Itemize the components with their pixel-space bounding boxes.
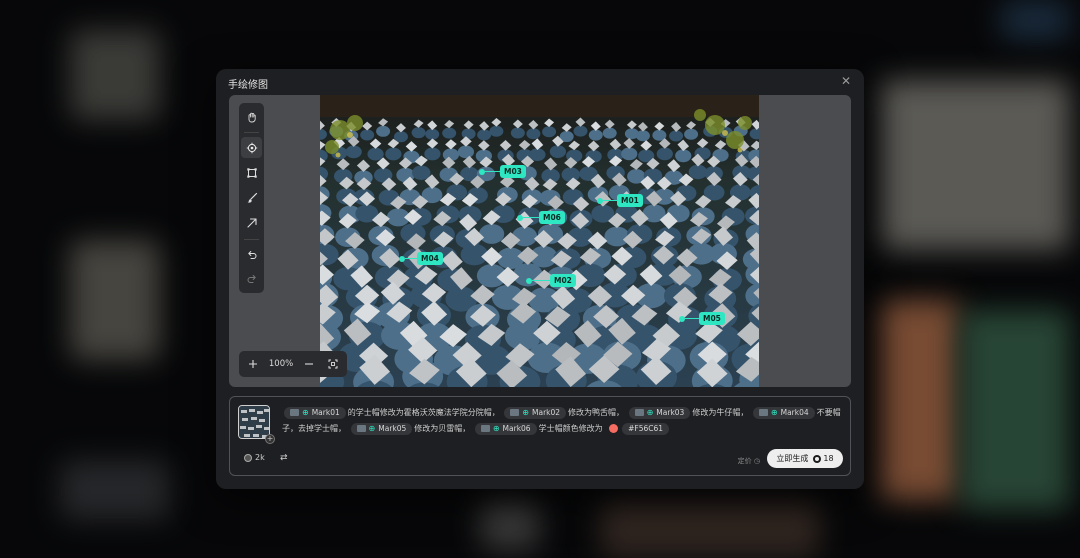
- minus-icon: [305, 363, 314, 365]
- target-icon: ⊕: [646, 407, 654, 417]
- prompt-segment: 学士帽颜色修改为: [538, 424, 603, 433]
- credit-icon: [813, 454, 822, 463]
- marker-tag: M05: [699, 312, 725, 325]
- quality-label: 2k: [255, 453, 265, 462]
- redo-button[interactable]: [241, 268, 262, 289]
- generate-label: 立即生成: [776, 454, 809, 463]
- generate-button[interactable]: 立即生成 18: [767, 449, 843, 468]
- rect-tool-button[interactable]: [241, 162, 262, 183]
- undo-icon: [247, 250, 256, 259]
- chip-image-icon: [356, 425, 366, 432]
- mark-chip-mark04[interactable]: ⊕ Mark04: [752, 406, 815, 419]
- mark-chip-mark06[interactable]: ⊕ Mark06: [474, 422, 537, 435]
- chip-label: Mark04: [780, 407, 809, 417]
- clock-icon: ◷: [753, 457, 760, 465]
- thumbnail-image: [239, 406, 269, 438]
- zoom-level: 100%: [268, 359, 294, 369]
- toolbar-divider: [244, 239, 259, 240]
- arrow-tool-button[interactable]: [241, 212, 262, 233]
- prompt-editor[interactable]: + ⊕ Mark01 的学士帽修改为霍格沃茨魔法学院分院帽， ⊕ Mark02 修改为鸭…: [229, 396, 851, 476]
- mark-chip-mark03[interactable]: ⊕ Mark03: [628, 406, 691, 419]
- arrow-icon: [246, 217, 257, 228]
- chip-label: Mark02: [532, 407, 561, 417]
- marker-tag: M01: [617, 194, 643, 207]
- cost-value: 18: [823, 454, 834, 463]
- marker-tag: M04: [417, 252, 443, 265]
- chip-image-icon: [510, 409, 520, 416]
- prompt-segment: 修改为牛仔帽，: [692, 408, 749, 417]
- mark-chip-mark02[interactable]: ⊕ Mark02: [504, 406, 567, 419]
- toolbar-divider: [244, 132, 259, 133]
- price-info[interactable]: 定价 ◷: [738, 456, 760, 466]
- mark-chip-mark01[interactable]: ⊕ Mark01: [284, 406, 346, 419]
- color-swatch[interactable]: [609, 424, 619, 433]
- drawing-toolbar: [239, 103, 264, 293]
- target-icon: ⊕: [522, 407, 529, 417]
- chip-label: Mark01: [311, 407, 340, 417]
- close-button[interactable]: ✕: [838, 73, 854, 89]
- hand-icon: [248, 112, 256, 122]
- color-hex-chip[interactable]: #F56C61: [622, 422, 670, 435]
- editing-canvas[interactable]: M01 M02 M03 M04 M05 M06 100%: [229, 95, 851, 387]
- settings-sliders-icon[interactable]: ⇄: [280, 453, 288, 463]
- target-icon: ⊕: [302, 407, 309, 417]
- quality-icon: [244, 453, 252, 462]
- brush-tool-button[interactable]: [241, 187, 262, 208]
- zoom-in-button[interactable]: [245, 356, 261, 372]
- mark-tool-button[interactable]: [241, 137, 262, 158]
- prompt-segment: 修改为鸭舌帽，: [568, 408, 625, 417]
- chip-label: Mark05: [378, 423, 407, 433]
- marker-tag: M06: [539, 211, 565, 224]
- prompt-segment: 修改为贝雷帽，: [414, 424, 471, 433]
- marker-m03[interactable]: M03: [479, 165, 526, 178]
- marker-line: [485, 171, 500, 172]
- chip-image-icon: [758, 409, 768, 416]
- crosshair-icon: [246, 142, 257, 153]
- marker-tag: M03: [500, 165, 526, 178]
- chip-label: Mark03: [656, 407, 685, 417]
- add-reference-icon[interactable]: +: [265, 434, 275, 444]
- target-icon: ⊕: [492, 423, 500, 433]
- marker-line: [523, 217, 539, 218]
- hand-drawn-retouch-dialog: 手绘修图 ✕ M01 M02 M03 M04 M05 M06 100% + ⊕ …: [216, 69, 864, 489]
- marker-tag: M02: [550, 274, 576, 287]
- graduation-photo: [320, 95, 759, 387]
- prompt-text[interactable]: ⊕ Mark01 的学士帽修改为霍格沃茨魔法学院分院帽， ⊕ Mark02 修改为鸭舌帽…: [282, 405, 844, 437]
- close-icon: ✕: [840, 74, 852, 88]
- photo-illustration: [320, 95, 759, 387]
- redo-icon: [247, 274, 256, 283]
- color-hex-label: #F56C61: [628, 423, 664, 433]
- mark-chip-mark05[interactable]: ⊕ Mark05: [350, 422, 413, 435]
- zoom-out-button[interactable]: [301, 356, 317, 372]
- reference-thumbnail[interactable]: [238, 405, 270, 439]
- dialog-title: 手绘修图: [228, 80, 268, 91]
- marker-m06[interactable]: M06: [517, 211, 565, 224]
- marker-line: [405, 258, 417, 259]
- chip-image-icon: [634, 409, 644, 416]
- hand-tool-button[interactable]: [241, 106, 262, 127]
- plus-icon: [249, 360, 257, 368]
- chip-image-icon: [480, 425, 490, 432]
- zoom-controls: 100%: [239, 351, 347, 377]
- marker-line: [603, 200, 617, 201]
- brush-icon: [247, 192, 257, 203]
- fit-screen-icon: [328, 359, 338, 369]
- undo-button[interactable]: [241, 244, 262, 265]
- marker-m05[interactable]: M05: [679, 312, 725, 325]
- target-icon: ⊕: [368, 423, 376, 433]
- chip-image-icon: [290, 409, 299, 416]
- rect-select-icon: [246, 167, 257, 178]
- marker-m02[interactable]: M02: [526, 274, 576, 287]
- fit-screen-button[interactable]: [325, 356, 341, 372]
- generate-cost: 18: [813, 454, 834, 463]
- marker-line: [685, 318, 699, 319]
- quality-selector[interactable]: 2k: [244, 453, 265, 462]
- marker-m04[interactable]: M04: [399, 252, 443, 265]
- prompt-segment: 的学士帽修改为霍格沃茨魔法学院分院帽，: [347, 408, 500, 417]
- target-icon: ⊕: [770, 407, 778, 417]
- marker-m01[interactable]: M01: [597, 194, 643, 207]
- chip-label: Mark06: [502, 423, 531, 433]
- price-label: 定价: [737, 457, 752, 465]
- marker-line: [532, 280, 550, 281]
